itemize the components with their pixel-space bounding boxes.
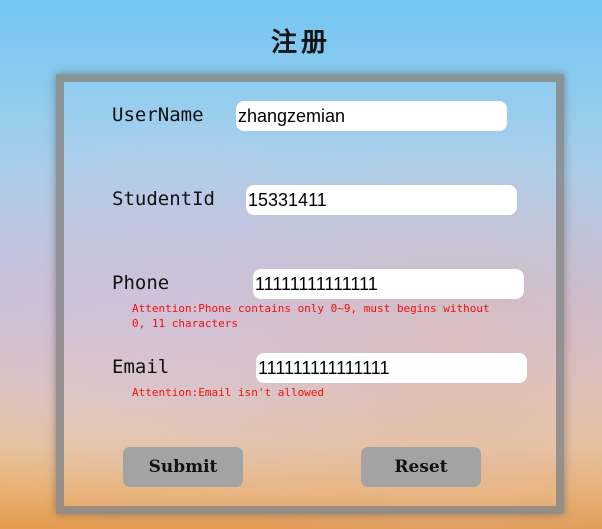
phone-label: Phone xyxy=(112,272,170,294)
reset-button[interactable]: Reset xyxy=(361,447,481,487)
phone-input[interactable] xyxy=(253,269,524,299)
submit-button[interactable]: Submit xyxy=(123,447,243,487)
studentid-input[interactable] xyxy=(246,185,517,215)
phone-warning: Attention:Phone contains only 0~9, must … xyxy=(132,302,490,330)
username-input[interactable] xyxy=(236,101,507,131)
email-input[interactable] xyxy=(256,353,527,383)
studentid-label: StudentId xyxy=(112,188,215,210)
username-label: UserName xyxy=(112,104,204,126)
page-title: 注册 xyxy=(270,28,331,58)
email-warning: Attention:Email isn't allowed xyxy=(132,386,325,399)
email-label: Email xyxy=(112,356,170,378)
